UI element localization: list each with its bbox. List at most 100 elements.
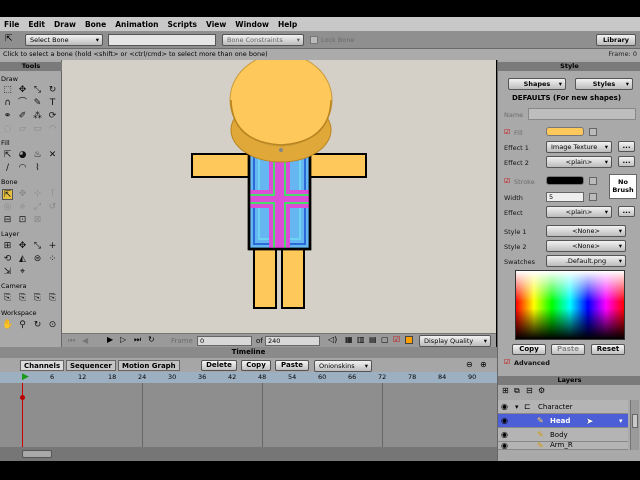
stroke-options-box[interactable]	[589, 177, 597, 185]
layer-settings-icon[interactable]: ⚙	[538, 386, 545, 395]
fill-checkbox[interactable]: ☑	[504, 128, 510, 136]
noise-icon[interactable]: ⟳	[47, 111, 58, 122]
effect2-dropdown[interactable]: <plain> ▾	[546, 156, 612, 168]
copy-style-button[interactable]: Copy	[512, 344, 546, 355]
lock-bone-checkbox[interactable]	[310, 36, 318, 44]
onionskins-dropdown[interactable]: Onionskins ▾	[314, 360, 372, 372]
style2-dropdown[interactable]: <None> ▾	[546, 240, 626, 252]
bone-strength-icon[interactable]: ◎	[2, 202, 13, 213]
menu-help[interactable]: Help	[278, 20, 297, 29]
play-button[interactable]: ▶	[107, 335, 113, 344]
zoom-camera-icon[interactable]: ⎘	[17, 293, 28, 304]
translate-points-icon[interactable]: ✥	[17, 85, 28, 96]
pan-tilt-camera-icon[interactable]: ⎘	[47, 293, 58, 304]
paste-style-button[interactable]: Paste	[551, 344, 585, 355]
loop-button[interactable]: ↻	[148, 335, 155, 344]
bind-layer-icon[interactable]: ⊟	[2, 215, 13, 226]
stroke-exposure-icon[interactable]: ⌇	[32, 163, 43, 174]
effect1-dropdown[interactable]: Image Texture ▾	[546, 141, 612, 153]
freehand-icon[interactable]: ✐	[17, 111, 28, 122]
view-quad-icon[interactable]: ▤	[369, 335, 377, 344]
text-icon[interactable]: T	[47, 98, 58, 109]
tab-motion-graph[interactable]: Motion Graph	[118, 360, 180, 371]
bone-name-field[interactable]	[108, 34, 216, 46]
set-origin-icon[interactable]: ⊞	[2, 241, 13, 252]
bone-select-dropdown[interactable]: Select Bone ▾	[25, 34, 103, 46]
select-bone-icon[interactable]: ⇱	[2, 189, 13, 200]
scale-points-icon[interactable]: ⤡	[32, 85, 43, 96]
shear-icon[interactable]: ▭	[32, 124, 43, 135]
effect1-more-button[interactable]: ...	[618, 141, 635, 152]
delete-shape-icon[interactable]: ✕	[47, 150, 58, 161]
select-points-icon[interactable]: ⬚	[2, 85, 13, 96]
menu-window[interactable]: Window	[235, 20, 269, 29]
perspective-icon[interactable]: ▱	[17, 124, 28, 135]
playhead-marker[interactable]: ▶	[22, 372, 29, 383]
select-shape-icon[interactable]: ⇱	[2, 150, 13, 161]
menu-file[interactable]: File	[4, 20, 19, 29]
drawing-canvas[interactable]	[62, 60, 496, 333]
color-picker-swatches[interactable]	[515, 270, 625, 340]
swatches-dropdown[interactable]: .Default.png ▾	[546, 255, 626, 267]
visibility-eye-icon[interactable]: ◉	[501, 400, 508, 414]
delete-layer-icon[interactable]: ⊟	[526, 386, 533, 395]
step-back-button[interactable]: ◀	[82, 336, 88, 345]
styles-dropdown[interactable]: Styles ▾	[575, 78, 633, 90]
scale-layer-icon[interactable]: ⤡	[32, 241, 43, 252]
stroke-effect-dropdown[interactable]: <plain> ▾	[546, 206, 612, 218]
stroke-effect-more-button[interactable]: ...	[618, 206, 635, 217]
effect2-more-button[interactable]: ...	[618, 156, 635, 167]
frame-input[interactable]: 0	[197, 336, 252, 346]
delete-edge-icon[interactable]: ◌	[2, 124, 13, 135]
fill-options-box[interactable]	[589, 128, 597, 136]
visibility-eye-icon[interactable]: ◉	[501, 442, 508, 449]
copy-layer-icon[interactable]: ⧉	[514, 386, 520, 396]
visibility-eye-icon[interactable]: ◉	[501, 414, 508, 428]
manipulate-bones-icon[interactable]: ⟡	[17, 202, 28, 213]
create-shape-icon[interactable]: ◕	[17, 150, 28, 161]
translate-bone-icon[interactable]: ✥	[17, 189, 28, 200]
advanced-checkbox[interactable]: ☑	[504, 358, 510, 366]
stroke-checkbox[interactable]: ☑	[504, 177, 510, 185]
color-swatch-icon[interactable]	[405, 336, 413, 344]
reset-style-button[interactable]: Reset	[591, 344, 625, 355]
scale-bone-icon[interactable]: ⤢	[32, 202, 43, 213]
rotate-workspace-icon[interactable]: ↻	[32, 320, 43, 331]
first-frame-button[interactable]: ⏮	[68, 336, 75, 346]
display-quality-dropdown[interactable]: Display Quality ▾	[419, 335, 491, 347]
zoom-in-timeline-icon[interactable]: ⊕	[480, 360, 487, 369]
menu-draw[interactable]: Draw	[54, 20, 76, 29]
offset-bone-icon[interactable]: ⊠	[32, 215, 43, 226]
bend-icon[interactable]: ◠	[47, 124, 58, 135]
library-button[interactable]: Library	[596, 34, 636, 46]
expand-triangle-icon[interactable]: ▾	[515, 400, 519, 414]
layer-row-body[interactable]: ◉ ✎ Body	[498, 428, 628, 442]
orbit-workspace-icon[interactable]: ⊙	[47, 320, 58, 331]
zoom-icon[interactable]: ⚲	[17, 320, 28, 331]
bone-constraints-button[interactable]: Bone Constraints ▾	[222, 34, 304, 46]
enable-render-checkbox[interactable]: ☑	[393, 335, 400, 344]
menu-bone[interactable]: Bone	[85, 20, 106, 29]
layers-scrollbar[interactable]	[630, 400, 639, 450]
draw-shape-icon[interactable]: ✎	[32, 98, 43, 109]
eyedropper-icon[interactable]: ⌖	[17, 267, 28, 278]
rotate-layer-xy-icon[interactable]: ⟲	[2, 254, 13, 265]
menu-scripts[interactable]: Scripts	[167, 20, 197, 29]
last-frame-button[interactable]: ⏭	[134, 335, 141, 345]
paste-keys-button[interactable]: Paste	[275, 360, 309, 371]
scroll-thumb[interactable]	[632, 414, 638, 428]
scatter-brush-icon[interactable]: ⁂	[32, 111, 43, 122]
scroll-thumb[interactable]	[22, 450, 52, 458]
no-brush-button[interactable]: No Brush	[609, 174, 637, 199]
layer-row-head[interactable]: ◉ ✎ Head ▾	[498, 414, 628, 428]
width-input[interactable]: 5	[546, 192, 584, 202]
menu-edit[interactable]: Edit	[28, 20, 45, 29]
timeline-track-area[interactable]	[0, 383, 497, 447]
layer-menu-arrow-icon[interactable]: ▾	[619, 414, 623, 428]
layer-row-arm[interactable]: ◉ ✎ Arm_R	[498, 442, 628, 450]
pan-hand-icon[interactable]: ✋	[2, 320, 13, 331]
rotate-bone-icon[interactable]: ↺	[47, 202, 58, 213]
tab-channels[interactable]: Channels	[20, 360, 65, 371]
total-frames-input[interactable]: 240	[265, 336, 320, 346]
view-split-icon[interactable]: ▥	[357, 335, 365, 344]
